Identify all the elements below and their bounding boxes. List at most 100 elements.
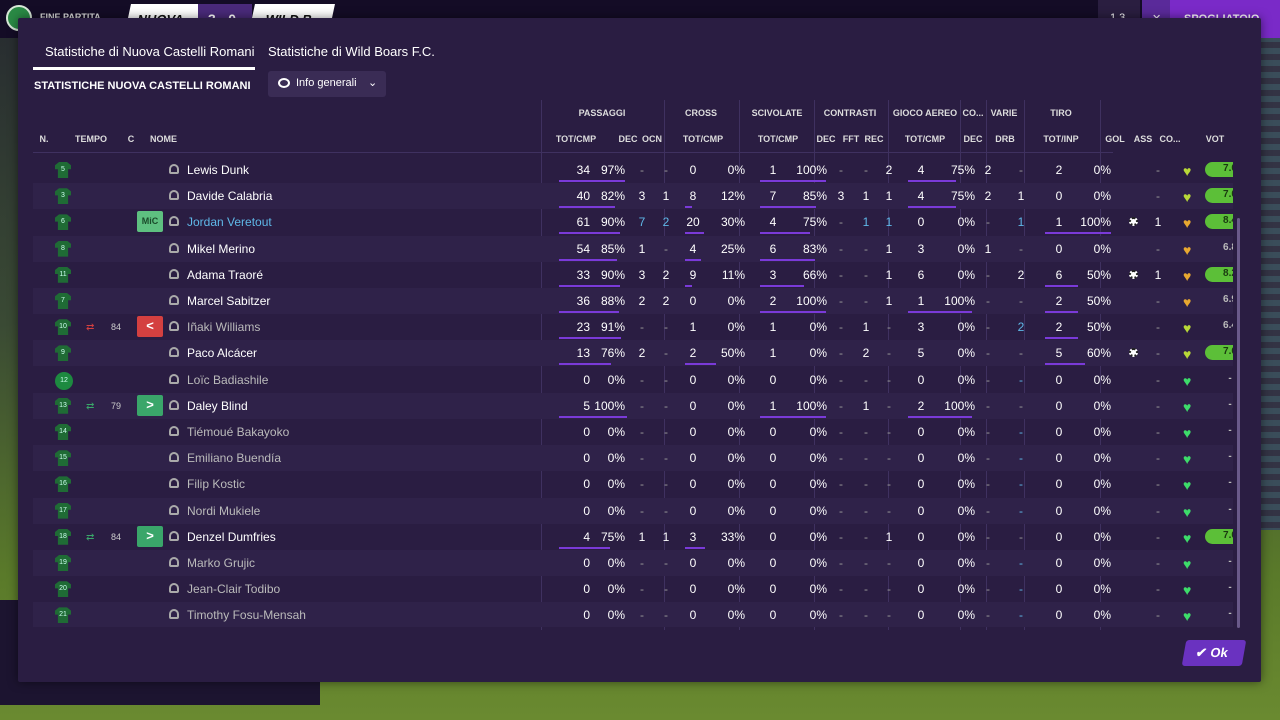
player-name[interactable]: Daley Blind (187, 399, 248, 413)
group-header-7: TIRO (1050, 108, 1072, 118)
player-name[interactable]: Mikel Merino (187, 242, 255, 256)
column-header-1[interactable]: TEMPO (73, 134, 109, 144)
progress-bar (559, 415, 627, 418)
player-name[interactable]: Paco Alcácer (187, 346, 257, 360)
column-header-7[interactable]: TOT/CMP (673, 134, 733, 144)
player-name[interactable]: Filip Kostic (187, 477, 245, 491)
column-header-3[interactable]: NOME (150, 134, 190, 144)
player-name[interactable]: Marko Grujic (187, 556, 255, 570)
progress-bar (908, 415, 972, 418)
tab-away-stats[interactable]: Statistiche di Wild Boars F.C. (268, 38, 435, 70)
co-dec: - (986, 608, 990, 623)
contrasti-rec: - (887, 372, 891, 387)
man-of-match-badge: MiC (137, 211, 163, 233)
column-header-13[interactable]: DEC (962, 134, 984, 144)
column-header-10[interactable]: FFT (840, 134, 862, 144)
stats-table: 5 Lewis Dunk 34 97% - -0 0% 1 100% - -2 4 75% 2-2 0% - ♥… (33, 157, 1233, 627)
passes-ocn: - (664, 556, 668, 570)
tackles-total: 0 (769, 556, 777, 570)
column-header-15[interactable]: TOT/INP (1028, 134, 1094, 144)
passes-dec: - (640, 425, 644, 439)
tackles-pct: 0% (809, 477, 827, 492)
table-row[interactable]: 16 Filip Kostic 0 0% - -0 0% 0 0% - - -0 0% - -0 0% - ♥ - (33, 471, 1233, 497)
column-header-0[interactable]: N. (34, 134, 54, 144)
shots-total: 1 (1055, 215, 1063, 230)
table-row[interactable]: 10 ⇄ 84 < Iñaki Williams 23 91% - -1 0% 1 0% -1-3 0% -… (33, 314, 1233, 340)
contrasti-dec: - (839, 163, 843, 177)
passes-dec: 1 (638, 241, 646, 256)
contrasti-dec: - (839, 372, 843, 387)
dribbles: - (1019, 556, 1023, 570)
dropdown-value: Info generali (296, 77, 357, 89)
table-row[interactable]: 15 Emiliano Buendía 0 0% - -0 0% 0 0% - - -0 0% - -0 0%… (33, 445, 1233, 472)
table-row[interactable]: 11 Adama Traoré 33 90% 3 2 9 11% 3 66% - -1 6 0% -2 6 50… (33, 262, 1233, 288)
rating-badge: 7.6 (1205, 345, 1233, 361)
table-row[interactable]: 17 Nordi Mukiele 0 0% - -0 0% 0 0% - - -0 0% - -0 0% - ♥ - (33, 497, 1233, 524)
passes-total: 0 (583, 503, 590, 518)
column-header-2[interactable]: C (124, 134, 138, 144)
stats-view-dropdown[interactable]: Info generali ⌄ (268, 71, 386, 97)
player-name[interactable]: Emiliano Buendía (187, 451, 281, 465)
table-row[interactable]: 14 Tiémoué Bakayoko 0 0% - -0 0% 0 0% - - -0 0% - -0 0%… (33, 419, 1233, 445)
contrasti-fft: - (864, 529, 868, 544)
contrasti-fft: - (864, 556, 868, 570)
passes-pct: 90% (600, 215, 625, 230)
passes-total: 0 (583, 582, 590, 597)
scrollbar[interactable] (1237, 218, 1240, 628)
progress-bar (685, 284, 692, 287)
column-header-12[interactable]: TOT/CMP (890, 134, 960, 144)
passes-pct: 0% (607, 608, 625, 623)
shots-total: 0 (1055, 451, 1063, 466)
column-header-14[interactable]: DRB (988, 134, 1022, 144)
player-name[interactable]: Tiémoué Bakayoko (187, 425, 289, 439)
condition-heart-icon: ♥ (1183, 529, 1192, 546)
player-name[interactable]: Lewis Dunk (187, 163, 249, 177)
tackles-total: 6 (769, 241, 777, 256)
column-header-9[interactable]: DEC (815, 134, 837, 144)
player-name[interactable]: Denzel Dumfries (187, 530, 276, 544)
column-header-16[interactable]: GOL (1104, 134, 1126, 144)
progress-bar (760, 311, 826, 313)
table-row[interactable]: 6 MiC Jordan Veretout 61 90% 7 2 20 30% 4 75% -1 1 0 0… (33, 209, 1233, 235)
column-header-6[interactable]: OCN (641, 134, 663, 144)
player-name[interactable]: Timothy Fosu-Mensah (187, 608, 306, 622)
table-row[interactable]: 19 Marko Grujic 0 0% - -0 0% 0 0% - - -0 0% - -0 0% - ♥ - (33, 550, 1233, 576)
player-name[interactable]: Adama Traoré (187, 268, 263, 282)
column-header-8[interactable]: TOT/CMP (748, 134, 808, 144)
column-header-5[interactable]: DEC (617, 134, 639, 144)
condition-heart-icon: ♥ (1183, 346, 1192, 363)
table-row[interactable]: 3 Davide Calabria 40 82% 3 1 8 12% 7 85% 3 1 1 4 75% 2 1… (33, 183, 1233, 210)
sub-minute: 84 (111, 531, 122, 542)
column-header-4[interactable]: TOT/CMP (541, 134, 611, 144)
aerial-pct: 0% (957, 582, 975, 597)
passes-dec: - (640, 320, 644, 335)
table-row[interactable]: 9 Paco Alcácer 13 76% 2-2 50% 1 0% -2-5 0% - -5 60% -… (33, 340, 1233, 367)
player-name[interactable]: Marcel Sabitzer (187, 294, 270, 308)
table-row[interactable]: 20 Jean-Clair Todibo 0 0% - -0 0% 0 0% - - -0 0% - -0 0… (33, 576, 1233, 602)
table-row[interactable]: 12 Loïc Badiashile 0 0% - -0 0% 0 0% - - -0 0% - -0 0% -… (33, 367, 1233, 393)
table-row[interactable]: 21 Timothy Fosu-Mensah 0 0% - -0 0% 0 0% - - -0 0% - -… (33, 602, 1233, 627)
player-name[interactable]: Davide Calabria (187, 189, 272, 203)
tackles-total: 0 (769, 372, 777, 387)
column-header-11[interactable]: REC (863, 134, 885, 144)
player-name[interactable]: Nordi Mukiele (187, 504, 260, 518)
table-row[interactable]: 13 ⇄ 79 > Daley Blind 5 100% - -0 0% 1 100% -1-2 100%… (33, 392, 1233, 419)
player-name[interactable]: Iñaki Williams (187, 320, 260, 334)
ok-button[interactable]: ✔ Ok (1181, 640, 1247, 666)
tackles-total: 0 (769, 529, 777, 544)
rating-badge: - (1228, 582, 1232, 594)
table-row[interactable]: 8 Mikel Merino 54 85% 1-4 25% 6 83% - -1 3 0% 1-0 0% -… (33, 235, 1233, 262)
player-name[interactable]: Jean-Clair Todibo (187, 582, 280, 596)
table-row[interactable]: 7 Marcel Sabitzer 36 88% 2 2 0 0% 2 100% - -1 1 100% -… (33, 288, 1233, 314)
player-name[interactable]: Loïc Badiashile (187, 373, 268, 387)
rating-badge: - (1228, 556, 1232, 567)
player-name[interactable]: Jordan Veretout (187, 215, 272, 229)
column-header-17[interactable]: ASS (1132, 134, 1154, 144)
tab-home-stats[interactable]: Statistiche di Nuova Castelli Romani (33, 38, 255, 70)
column-header-18[interactable]: CO... (1157, 134, 1183, 144)
table-row[interactable]: 5 Lewis Dunk 34 97% - -0 0% 1 100% - -2 4 75% 2-2 0% - ♥… (33, 157, 1233, 183)
table-row[interactable]: 18 ⇄ 84 > Denzel Dumfries 4 75% 1 1 3 33% 0 0% - -1 0 0%… (33, 524, 1233, 550)
passes-dec: - (640, 556, 644, 570)
column-header-19[interactable]: VOT (1190, 134, 1240, 144)
progress-bar (685, 232, 704, 235)
